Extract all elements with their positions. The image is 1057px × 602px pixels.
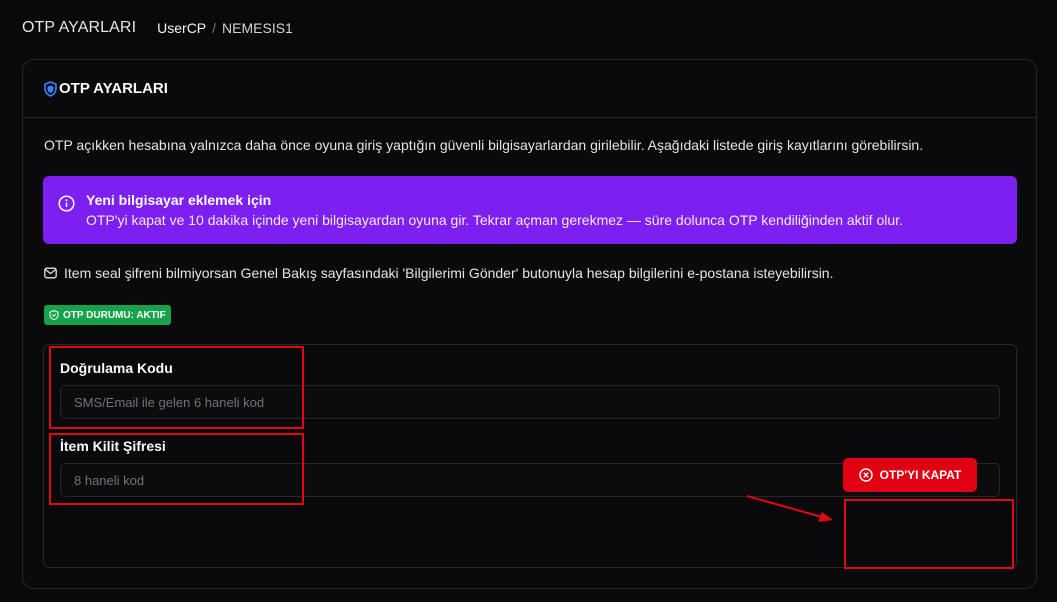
card-title: OTP AYARLARI [59,80,168,97]
status-badge-text: OTP DURUMU: AKTIF [63,309,166,321]
disable-otp-button-label: OTP'YI KAPAT [879,468,962,482]
disable-otp-button[interactable]: OTP'YI KAPAT [843,458,977,492]
status-badge: OTP DURUMU: AKTIF [44,305,171,325]
info-text: OTP'yi kapat ve 10 dakika içinde yeni bi… [86,212,903,228]
breadcrumb: UserCP / NEMESIS1 [157,20,293,36]
info-circle-icon [58,195,75,212]
otp-disable-form: Doğrulama Kodu İtem Kilit Şifresi [43,344,1017,568]
breadcrumb-separator: / [212,20,217,36]
x-circle-icon [858,468,873,482]
page-title: OTP AYARLARI [22,19,137,36]
otp-description: OTP açıkken hesabına yalnızca daha önce … [44,137,924,153]
info-title: Yeni bilgisayar eklemek için [86,192,272,208]
mail-icon [44,267,57,279]
breadcrumb-account: NEMESIS1 [222,20,293,36]
breadcrumb-usercp[interactable]: UserCP [157,20,206,36]
otp-settings-card: OTP AYARLARI OTP açıkken hesabına yalnız… [22,59,1037,589]
top-bar: OTP AYARLARI UserCP / NEMESIS1 [22,17,293,39]
mail-note-text: Item seal şifreni bilmiyorsan Genel Bakı… [64,265,834,281]
mail-note: Item seal şifreni bilmiyorsan Genel Bakı… [44,265,834,281]
card-header: OTP AYARLARI [23,60,1036,118]
shield-check-icon [49,310,59,320]
item-lock-password-label: İtem Kilit Şifresi [60,438,166,454]
shield-icon [44,80,57,97]
verification-code-label: Doğrulama Kodu [60,360,173,376]
info-alert: Yeni bilgisayar eklemek için OTP'yi kapa… [43,176,1017,244]
verification-code-input[interactable] [60,385,1000,419]
